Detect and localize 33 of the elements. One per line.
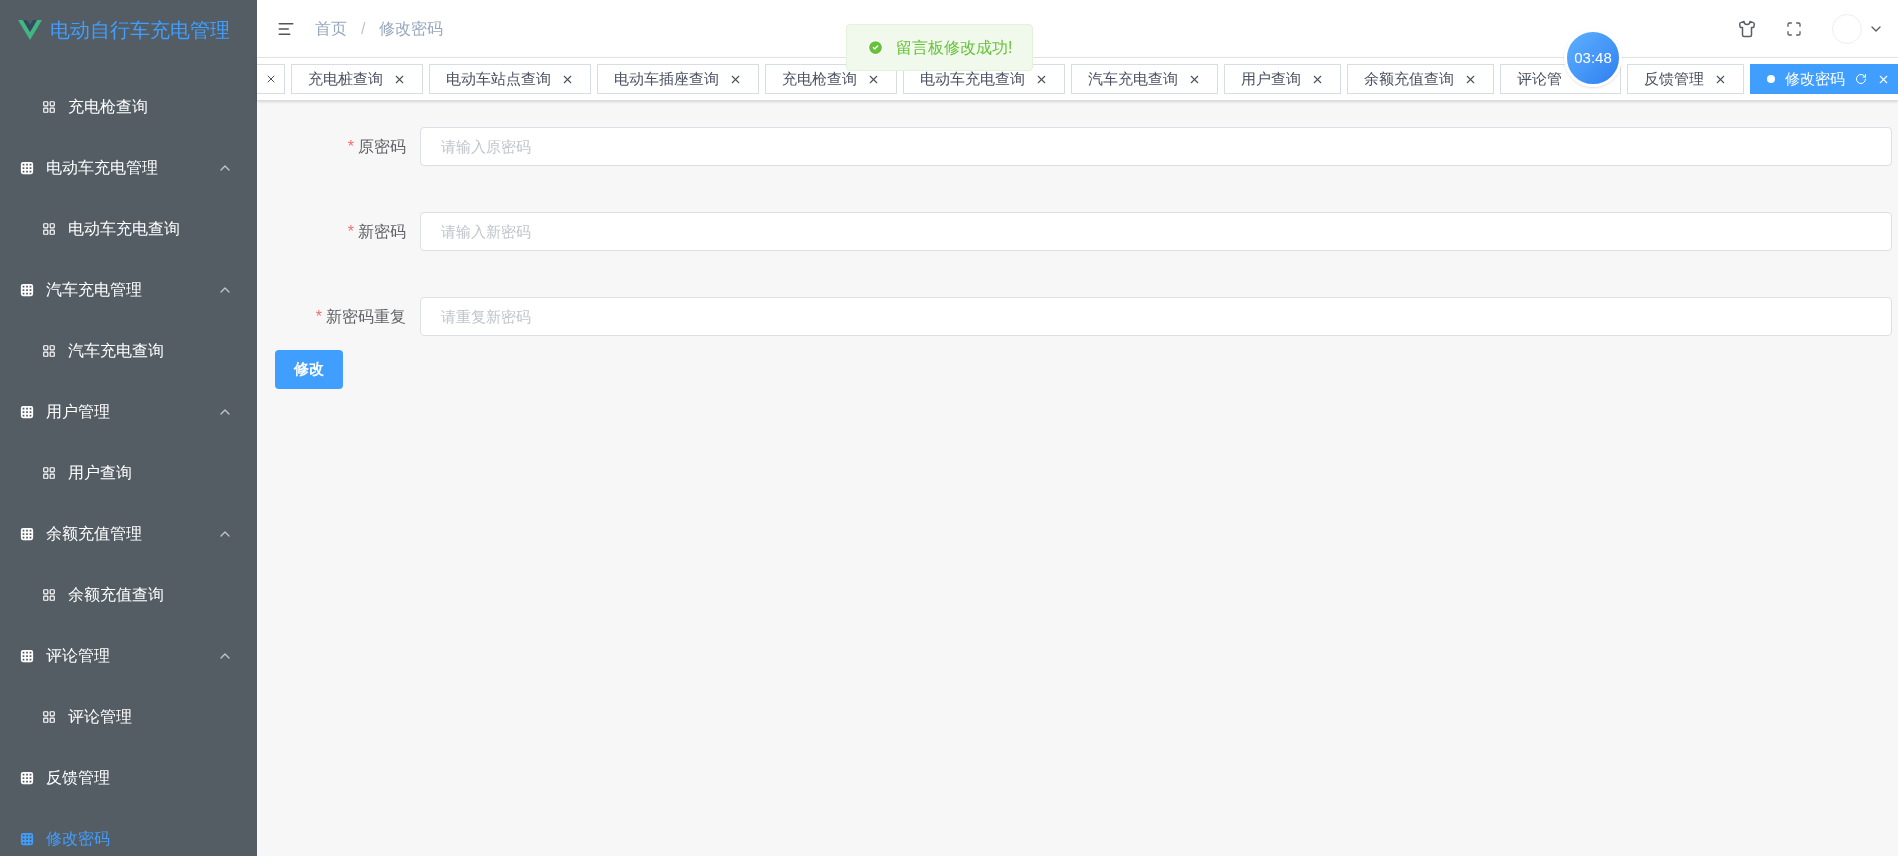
tab[interactable]: 电动车插座查询 <box>597 64 759 94</box>
sidebar-item[interactable]: 用户管理 <box>0 381 257 442</box>
sidebar-item[interactable]: 用户查询 <box>0 442 257 503</box>
sidebar-item[interactable]: 电动车充电管理 <box>0 137 257 198</box>
field-label: 新密码 <box>358 221 406 242</box>
tab[interactable]: 用户查询 <box>1224 64 1341 94</box>
tab[interactable]: 反馈管理 <box>1627 64 1744 94</box>
input-field[interactable]: 请输入原密码 <box>420 127 1892 166</box>
breadcrumb-separator: / <box>361 18 366 39</box>
input-field[interactable]: 请重复新密码 <box>420 297 1892 336</box>
field-label: 原密码 <box>358 136 406 157</box>
required-mark: * <box>347 221 354 242</box>
sidebar-item[interactable]: 汽车充电查询 <box>0 320 257 381</box>
tab[interactable]: 汽车充电查询 <box>1071 64 1218 94</box>
sidebar-item[interactable]: 反馈管理 <box>0 747 257 808</box>
tab[interactable]: 电动车站点查询 <box>429 64 591 94</box>
tab[interactable]: 充电桩查询 <box>291 64 423 94</box>
required-mark: * <box>315 306 322 327</box>
sidebar-item[interactable]: 余额充值管理 <box>0 503 257 564</box>
tab[interactable]: 充电枪查询 <box>765 64 897 94</box>
sidebar-item[interactable]: 汽车充电管理 <box>0 259 257 320</box>
sidebar-item[interactable]: 余额充值查询 <box>0 564 257 625</box>
sidebar-item[interactable]: 评论管理 <box>0 686 257 747</box>
sidebar-item[interactable]: 充电枪查询 <box>0 76 257 137</box>
sidebar-item[interactable]: 电动车充电查询 <box>0 198 257 259</box>
input-field[interactable]: 请输入新密码 <box>420 212 1892 251</box>
required-mark: * <box>347 136 354 157</box>
sidebar-item[interactable]: 评论管理 <box>0 625 257 686</box>
toast-message: 留言板修改成功! <box>896 37 1013 58</box>
app-title: 电动自行车充电管理 <box>50 18 230 43</box>
breadcrumb-item: 修改密码 <box>379 18 444 39</box>
field-label: 新密码重复 <box>326 306 406 327</box>
tab[interactable]: 余额充值查询 <box>1347 64 1494 94</box>
